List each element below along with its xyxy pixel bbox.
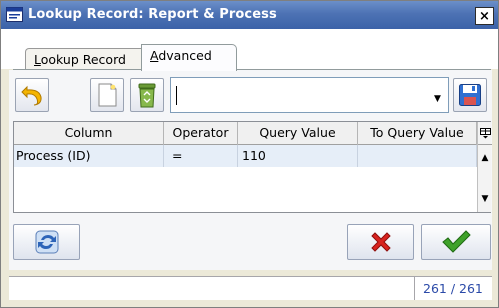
grid-header: Column Operator Query Value To Query Val… <box>14 122 477 145</box>
save-button[interactable] <box>453 78 487 112</box>
new-record-button[interactable] <box>90 78 124 112</box>
scroll-up-arrow-icon[interactable]: ▲ <box>478 145 492 171</box>
recycle-bin-icon <box>138 83 156 108</box>
new-document-icon <box>98 83 117 107</box>
column-header-to-query-value[interactable]: To Query Value <box>358 122 477 145</box>
close-icon: × <box>479 8 490 24</box>
tab-advanced-label: dvanced <box>158 48 212 63</box>
cell-operator[interactable]: = <box>164 145 238 167</box>
title-bar: Lookup Record: Report & Process × <box>1 1 498 29</box>
status-bar: 261 / 261 <box>9 276 492 300</box>
column-header-column[interactable]: Column <box>14 122 164 145</box>
text-caret <box>176 86 177 105</box>
delete-button[interactable] <box>130 78 164 112</box>
lookup-record-window: Lookup Record: Report & Process × Lookup… <box>0 0 499 308</box>
tab-lookup-record[interactable]: Lookup Record <box>25 48 143 69</box>
refresh-icon <box>35 230 58 254</box>
tab-lookup-record-accel: L <box>34 52 41 67</box>
window-title: Lookup Record: Report & Process <box>28 7 277 22</box>
table-row[interactable]: Process (ID) = 110 <box>14 145 477 167</box>
close-button[interactable]: × <box>475 7 494 25</box>
ok-button[interactable] <box>421 224 491 260</box>
record-count: 261 / 261 <box>423 281 483 296</box>
cell-to-query-value[interactable] <box>358 145 477 167</box>
cell-query-value[interactable]: 110 <box>238 145 358 167</box>
status-message-area <box>9 277 415 300</box>
query-grid: Column Operator Query Value To Query Val… <box>13 121 492 213</box>
tab-lookup-record-label: ookup Record <box>40 52 126 67</box>
app-window-icon <box>6 7 23 22</box>
cancel-button[interactable] <box>347 224 414 260</box>
refresh-button[interactable] <box>13 224 80 260</box>
column-header-query-value[interactable]: Query Value <box>238 122 358 145</box>
query-input[interactable] <box>170 77 449 113</box>
undo-arrow-icon <box>21 85 42 106</box>
floppy-disk-icon <box>459 84 481 106</box>
green-checkmark-icon <box>442 230 471 253</box>
column-chooser-icon[interactable] <box>478 122 492 145</box>
red-x-icon <box>370 232 391 252</box>
cell-column[interactable]: Process (ID) <box>14 145 164 167</box>
tab-advanced[interactable]: Advanced <box>141 44 237 71</box>
query-dropdown-arrow-icon[interactable]: ▼ <box>434 94 441 104</box>
undo-button[interactable] <box>15 78 49 112</box>
grid-vertical-scrollbar[interactable]: ▲ ▼ <box>477 122 492 212</box>
column-header-operator[interactable]: Operator <box>164 122 238 145</box>
scroll-down-arrow-icon[interactable]: ▼ <box>478 186 492 212</box>
